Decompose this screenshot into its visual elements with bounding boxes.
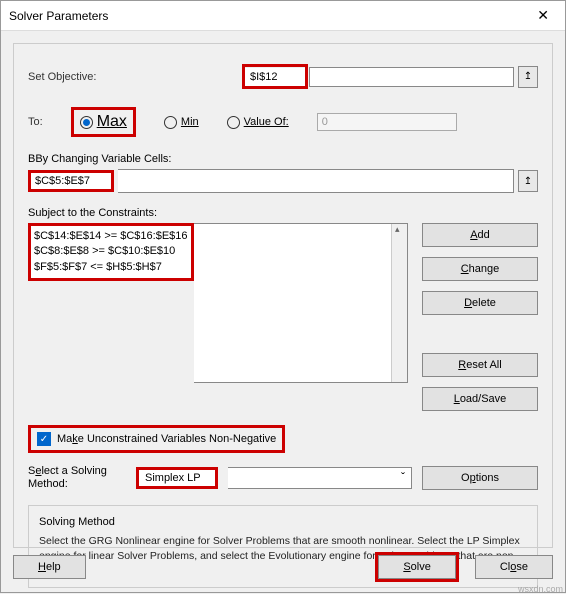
method-label: Select a Solving Method:	[28, 465, 126, 491]
valueof-radio[interactable]	[227, 116, 240, 129]
change-button[interactable]: Change	[422, 257, 538, 281]
objective-highlight	[242, 64, 308, 89]
help-button[interactable]: Help	[13, 555, 86, 579]
close-button[interactable]: Close	[475, 555, 553, 579]
max-highlight: Max	[71, 107, 136, 137]
changing-cells-row: $C$5:$E$7 ↥	[28, 169, 538, 193]
bottom-buttons: Help Solve Close	[13, 552, 553, 582]
objective-row: Set Objective: ↥	[28, 64, 538, 89]
nonneg-label: Make Unconstrained Variables Non-Negativ…	[57, 433, 276, 445]
options-button[interactable]: Options	[422, 466, 538, 490]
min-radio-group[interactable]: Min	[164, 116, 199, 129]
range-picker-icon[interactable]: ↥	[518, 66, 538, 88]
titlebar-title: Solver Parameters	[9, 9, 108, 23]
max-radio[interactable]	[80, 116, 93, 129]
scrollbar[interactable]	[391, 224, 407, 382]
close-icon[interactable]: ✕	[529, 7, 557, 24]
to-label: To:	[28, 116, 43, 128]
constraint-item[interactable]: $C$14:$E$14 >= $C$16:$E$16	[34, 229, 188, 244]
solving-title: Solving Method	[39, 516, 527, 528]
valueof-input	[317, 113, 457, 131]
min-radio[interactable]	[164, 116, 177, 129]
objective-input[interactable]	[245, 68, 305, 86]
delete-button[interactable]: Delete	[422, 291, 538, 315]
constraints-list-wrap: $C$14:$E$14 >= $C$16:$E$16 $C$8:$E$8 >= …	[28, 223, 408, 411]
titlebar: Solver Parameters ✕	[1, 1, 565, 31]
method-row: Select a Solving Method: Simplex LP Opti…	[28, 465, 538, 491]
solve-button[interactable]: Solve	[378, 555, 456, 579]
constraints-listbox[interactable]	[194, 223, 408, 383]
valueof-radio-group[interactable]: Value Of:	[227, 116, 289, 129]
changing-cells-input[interactable]	[118, 169, 514, 193]
changing-label: BBy Changing Variable Cells:By Changing …	[28, 153, 538, 165]
side-buttons: Add Change Delete Reset All Load/Save	[422, 223, 538, 411]
valueof-label: Value Of:	[244, 116, 289, 128]
solve-highlight: Solve	[375, 552, 459, 582]
min-label: Min	[181, 116, 199, 128]
method-highlight[interactable]: Simplex LP	[136, 467, 218, 489]
constraints-area: $C$14:$E$14 >= $C$16:$E$16 $C$8:$E$8 >= …	[28, 223, 538, 411]
constraints-highlight: $C$14:$E$14 >= $C$16:$E$16 $C$8:$E$8 >= …	[28, 223, 194, 281]
constraint-item[interactable]: $F$5:$F$7 <= $H$5:$H$7	[34, 260, 188, 275]
constraint-item[interactable]: $C$8:$E$8 >= $C$10:$E$10	[34, 244, 188, 259]
constraints-label: Subject to the Constraints:	[28, 207, 538, 219]
range-picker-icon[interactable]: ↥	[518, 170, 538, 192]
reset-button[interactable]: Reset All	[422, 353, 538, 377]
main-frame: Set Objective: ↥ To: Max Min Value Of	[13, 43, 553, 548]
nonneg-highlight: ✓ Make Unconstrained Variables Non-Negat…	[28, 425, 285, 453]
add-button[interactable]: Add	[422, 223, 538, 247]
objective-label: Set Objective:	[28, 71, 242, 83]
loadsave-button[interactable]: Load/Save	[422, 387, 538, 411]
changing-cells-highlight[interactable]: $C$5:$E$7	[28, 170, 114, 192]
nonneg-row: ✓ Make Unconstrained Variables Non-Negat…	[28, 425, 538, 453]
objective-input-rest[interactable]	[309, 67, 514, 87]
solver-dialog: Solver Parameters ✕ Set Objective: ↥ To:…	[0, 0, 566, 593]
to-row: To: Max Min Value Of:	[28, 107, 538, 137]
max-label: Max	[97, 113, 127, 131]
nonneg-checkbox[interactable]: ✓	[37, 432, 51, 446]
method-dropdown[interactable]	[228, 467, 412, 489]
